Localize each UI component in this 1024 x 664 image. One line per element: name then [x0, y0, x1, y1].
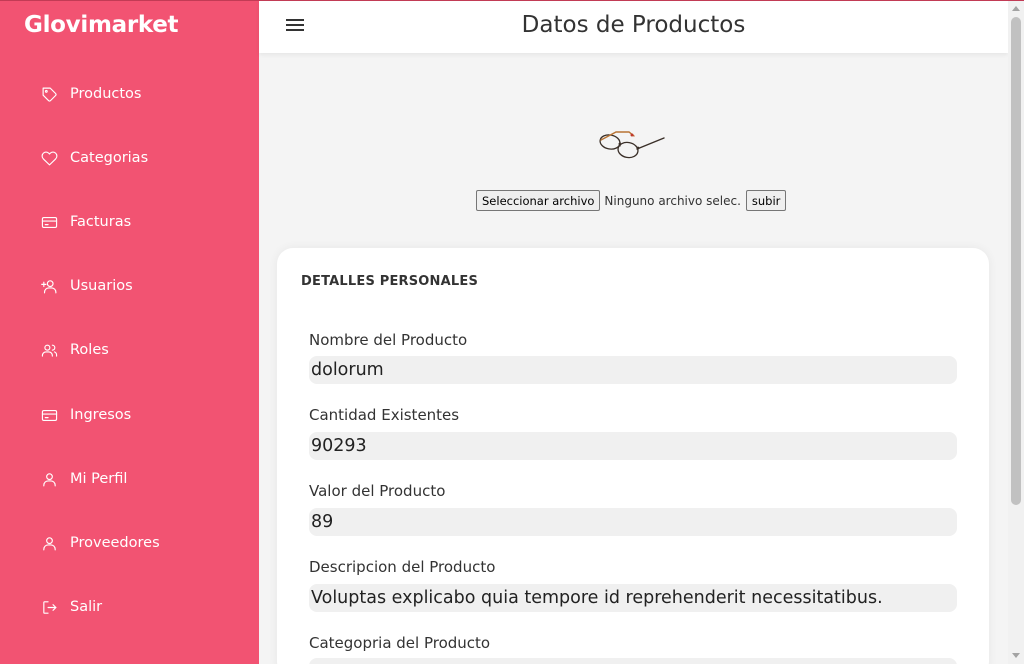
sidebar-item-label: Proveedores — [70, 535, 160, 551]
field-label: Valor del Producto — [309, 482, 446, 500]
user-plus-icon — [40, 277, 58, 295]
field-label: Categopria del Producto — [309, 634, 491, 652]
card-title: DETALLES PERSONALES — [301, 274, 479, 289]
sidebar-item-roles[interactable]: Roles — [40, 338, 109, 362]
sidebar-item-ingresos[interactable]: Ingresos — [40, 403, 131, 427]
heart-icon — [40, 149, 58, 167]
sidebar-item-usuarios[interactable]: Usuarios — [40, 274, 133, 298]
select-file-button[interactable]: Seleccionar archivo — [476, 190, 601, 211]
sidebar-item-label: Ingresos — [70, 407, 132, 423]
field-label: Descripcion del Producto — [309, 558, 496, 576]
sidebar-item-label: Mi Perfil — [70, 471, 128, 487]
credit-card-icon — [40, 406, 58, 424]
sidebar-item-facturas[interactable]: Facturas — [40, 210, 131, 234]
sidebar-item-label: Usuarios — [70, 278, 133, 294]
logout-icon — [40, 598, 58, 616]
scroll-up-icon[interactable] — [1012, 6, 1020, 11]
sidebar-item-mi-perfil[interactable]: Mi Perfil — [40, 467, 127, 491]
file-status-text: Ninguno archivo selec. — [604, 193, 741, 208]
page-title: Datos de Productos — [521, 12, 746, 38]
sidebar-item-productos[interactable]: Productos — [40, 82, 141, 106]
users-icon — [40, 341, 58, 359]
field-label: Cantidad Existentes — [309, 406, 460, 424]
sidebar-item-label: Salir — [70, 599, 103, 615]
glasses-icon — [599, 131, 665, 159]
sidebar-item-label: Categorias — [70, 150, 149, 166]
sidebar-item-label: Productos — [70, 86, 142, 102]
product-name-field[interactable]: dolorum — [309, 356, 957, 384]
sidebar-item-label: Roles — [70, 342, 109, 358]
scroll-thumb[interactable] — [1011, 17, 1021, 505]
upload-button[interactable]: subir — [745, 190, 787, 211]
tag-icon — [40, 85, 58, 103]
sidebar-item-salir[interactable]: Salir — [40, 595, 102, 619]
credit-card-icon — [40, 213, 58, 231]
brand-logo[interactable]: Glovimarket — [24, 12, 179, 38]
sidebar: Glovimarket Productos Categorias Factura… — [0, 0, 259, 664]
upload-row: Seleccionar archivo Ninguno archivo sele… — [476, 190, 787, 211]
product-description-field[interactable]: Voluptas explicabo quia tempore id repre… — [309, 584, 957, 612]
user-icon — [40, 470, 58, 488]
stock-quantity-field[interactable]: 90293 — [309, 432, 957, 460]
scroll-down-icon[interactable] — [1012, 653, 1020, 658]
product-category-field[interactable] — [309, 658, 957, 664]
top-border — [0, 0, 1024, 1]
sidebar-item-proveedores[interactable]: Proveedores — [40, 531, 160, 555]
user-icon — [40, 534, 58, 552]
sidebar-item-label: Facturas — [70, 214, 132, 230]
top-header: Datos de Productos — [259, 0, 1008, 53]
field-label: Nombre del Producto — [309, 331, 468, 349]
vertical-scrollbar[interactable] — [1008, 0, 1024, 664]
product-image — [596, 126, 668, 162]
sidebar-item-categorias[interactable]: Categorias — [40, 146, 148, 170]
product-value-field[interactable]: 89 — [309, 508, 957, 536]
details-card: DETALLES PERSONALES Nombre del Producto … — [277, 248, 989, 664]
